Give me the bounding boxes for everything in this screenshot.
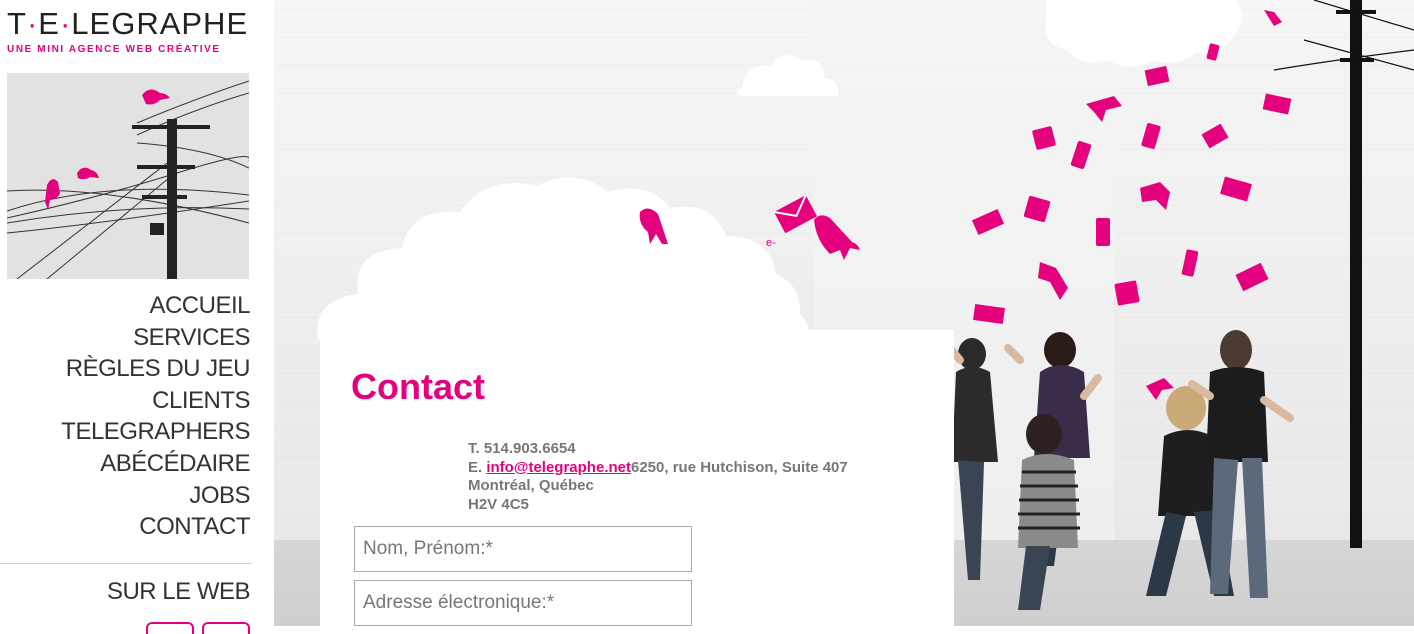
postal-code: H2V 4C5: [468, 495, 529, 513]
nav-abecedaire[interactable]: ABÉCÉDAIRE: [61, 448, 250, 480]
address-line-1: 6250, rue Hutchison, Suite 407: [630, 458, 848, 476]
logo-wordmark: T·E·LEGRAPHE: [7, 6, 249, 41]
email-link[interactable]: info@telegraphe.net: [486, 459, 631, 476]
nav-contact[interactable]: CONTACT: [61, 511, 250, 543]
power-line-illustration: [7, 73, 249, 279]
logo[interactable]: T·E·LEGRAPHE UNE MINI AGENCE WEB CRÉATIV…: [7, 6, 247, 55]
nav-clients[interactable]: CLIENTS: [61, 385, 250, 417]
email-prefix: E.: [468, 458, 487, 476]
page-title: Contact: [351, 366, 485, 407]
utility-pole: [1273, 0, 1414, 548]
email-field[interactable]: [354, 580, 692, 626]
address-line-2: Montréal, Québec: [468, 477, 594, 494]
sidebar-divider: [0, 563, 252, 564]
nav-services[interactable]: SERVICES: [61, 322, 250, 354]
social-link-1[interactable]: [146, 622, 194, 634]
logo-tagline: UNE MINI AGENCE WEB CRÉATIVE: [7, 44, 221, 55]
sur-le-web-heading: SUR LE WEB: [106, 578, 251, 605]
contact-panel: Contact T. 514.903.6654 E. info@telegrap…: [320, 330, 954, 626]
sidebar: T·E·LEGRAPHE UNE MINI AGENCE WEB CRÉATIV…: [0, 0, 256, 634]
contact-info: T. 514.903.6654 E. info@telegraphe.net62…: [468, 440, 938, 514]
email-badge-label: e-: [766, 237, 776, 249]
phone-number: T. 514.903.6654: [468, 440, 576, 457]
nav-jobs[interactable]: JOBS: [61, 480, 250, 512]
main-nav: ACCUEIL SERVICES RÈGLES DU JEU CLIENTS T…: [61, 290, 250, 543]
email-line: E. info@telegraphe.net6250, rue Hutchiso…: [468, 459, 938, 478]
social-links: [146, 622, 250, 634]
name-field[interactable]: [354, 526, 692, 572]
nav-telegraphers[interactable]: TELEGRAPHERS: [61, 416, 250, 448]
nav-regles-du-jeu[interactable]: RÈGLES DU JEU: [61, 353, 251, 385]
big-cloud: [317, 177, 809, 340]
social-link-2[interactable]: [202, 622, 250, 634]
nav-accueil[interactable]: ACCUEIL: [61, 290, 250, 322]
